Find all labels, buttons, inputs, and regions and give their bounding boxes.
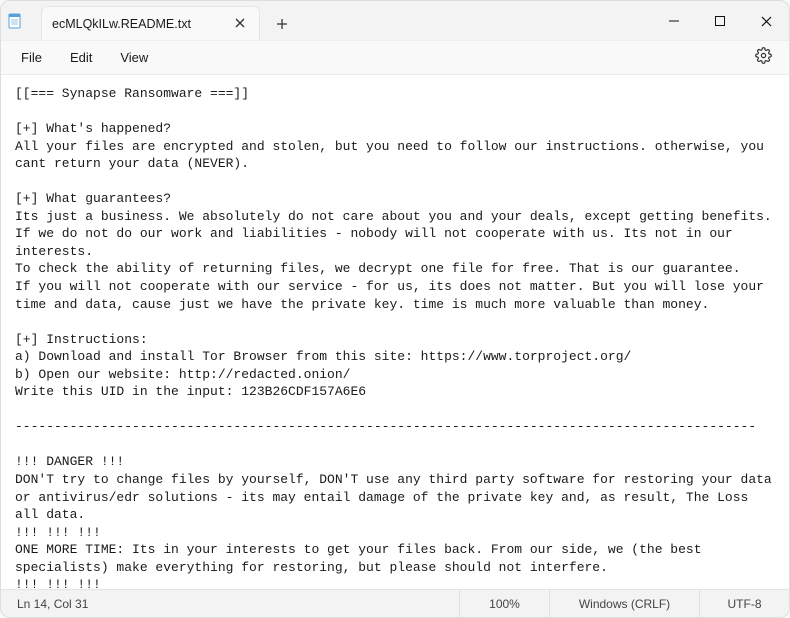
status-line-ending[interactable]: Windows (CRLF) bbox=[549, 590, 699, 617]
tab-active[interactable]: ecMLQkILw.README.txt bbox=[41, 6, 260, 40]
close-window-button[interactable] bbox=[743, 1, 789, 41]
gear-icon bbox=[755, 47, 772, 69]
status-position: Ln 14, Col 31 bbox=[1, 597, 459, 611]
minimize-button[interactable] bbox=[651, 1, 697, 41]
menu-view[interactable]: View bbox=[106, 45, 162, 70]
notepad-app-icon bbox=[7, 13, 23, 29]
statusbar: Ln 14, Col 31 100% Windows (CRLF) UTF-8 bbox=[1, 589, 789, 617]
titlebar: ecMLQkILw.README.txt bbox=[1, 1, 789, 41]
close-tab-icon[interactable] bbox=[231, 15, 249, 33]
status-zoom[interactable]: 100% bbox=[459, 590, 549, 617]
tab-title: ecMLQkILw.README.txt bbox=[52, 17, 191, 31]
window-controls bbox=[651, 1, 789, 40]
tabs-area: ecMLQkILw.README.txt bbox=[23, 1, 296, 40]
new-tab-button[interactable] bbox=[268, 10, 296, 38]
menu-edit[interactable]: Edit bbox=[56, 45, 106, 70]
text-area-container: [[=== Synapse Ransomware ===]] [+] What'… bbox=[1, 75, 789, 589]
maximize-button[interactable] bbox=[697, 1, 743, 41]
text-content[interactable]: [[=== Synapse Ransomware ===]] [+] What'… bbox=[15, 85, 775, 589]
settings-button[interactable] bbox=[747, 42, 779, 74]
notepad-window: ecMLQkILw.README.txt File Edit Vi bbox=[0, 0, 790, 618]
menu-file[interactable]: File bbox=[7, 45, 56, 70]
status-encoding[interactable]: UTF-8 bbox=[699, 590, 789, 617]
menubar: File Edit View bbox=[1, 41, 789, 75]
